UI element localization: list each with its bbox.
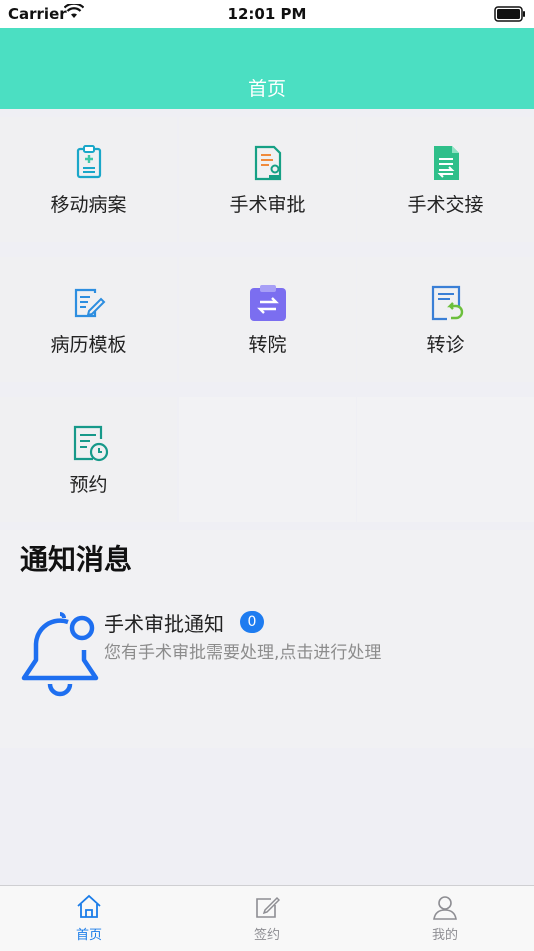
- grid-item-label: 手术交接: [407, 194, 484, 216]
- tab-bar: 首页 签约 我的: [0, 885, 534, 951]
- notification-title: 手术审批通知: [104, 612, 224, 636]
- battery-icon: [494, 6, 526, 26]
- grid-item-record-templates[interactable]: 病历模板: [0, 257, 177, 382]
- grid-item-label: 预约: [69, 474, 108, 496]
- appointment-clock-icon: [0, 423, 177, 463]
- tab-label: 签约: [253, 928, 280, 943]
- grid-item-empty: [357, 397, 534, 522]
- clock: 12:01 PM: [227, 5, 307, 23]
- grid-item-label: 移动病案: [50, 194, 127, 216]
- clipboard-medical-icon: [0, 143, 177, 183]
- grid-item-referral[interactable]: 转诊: [357, 257, 534, 382]
- grid-item-label: 病历模板: [50, 334, 127, 356]
- tab-label: 我的: [431, 928, 458, 943]
- notification-heading: 通知消息: [20, 543, 133, 576]
- tab-label: 首页: [75, 928, 102, 943]
- transfer-clipboard-icon: [179, 283, 356, 323]
- edit-document-icon: [0, 283, 177, 323]
- status-bar: Carrier 12:01 PM: [0, 0, 534, 28]
- tab-home[interactable]: 首页: [0, 886, 178, 951]
- tab-mine[interactable]: 我的: [356, 886, 534, 951]
- tab-sign[interactable]: 签约: [178, 886, 356, 951]
- document-approval-icon: [179, 143, 356, 183]
- grid-item-appointment[interactable]: 预约: [0, 397, 177, 522]
- notification-section: 通知消息 手术审批通知 0 您有手术审批需要处理,点击进行处理: [0, 530, 534, 748]
- notification-count-badge: 0: [240, 611, 264, 633]
- bell-icon: [20, 606, 100, 702]
- grid-item-label: 手术审批: [229, 194, 306, 216]
- notification-item[interactable]: 手术审批通知 0 您有手术审批需要处理,点击进行处理: [0, 600, 534, 700]
- grid-item-surgery-handover[interactable]: 手术交接: [357, 117, 534, 242]
- grid-item-label: 转院: [248, 334, 287, 356]
- sign-edit-icon: [178, 894, 356, 922]
- page-title: 首页: [247, 78, 286, 100]
- notification-description: 您有手术审批需要处理,点击进行处理: [104, 643, 382, 663]
- user-icon: [356, 894, 534, 922]
- grid-item-transfer-hospital[interactable]: 转院: [179, 257, 356, 382]
- grid-item-label: 转诊: [426, 334, 465, 356]
- grid-item-surgery-approval[interactable]: 手术审批: [179, 117, 356, 242]
- grid-item-mobile-records[interactable]: 移动病案: [0, 117, 177, 242]
- referral-document-icon: [357, 283, 534, 323]
- grid-item-empty: [179, 397, 356, 522]
- nav-bar: 首页: [0, 28, 534, 109]
- home-icon: [0, 894, 178, 922]
- document-transfer-icon: [357, 143, 534, 183]
- grid-row: 预约: [0, 397, 534, 522]
- grid-row: 病历模板 转院 转诊: [0, 257, 534, 382]
- grid-row: 移动病案 手术审批 手术交接: [0, 117, 534, 242]
